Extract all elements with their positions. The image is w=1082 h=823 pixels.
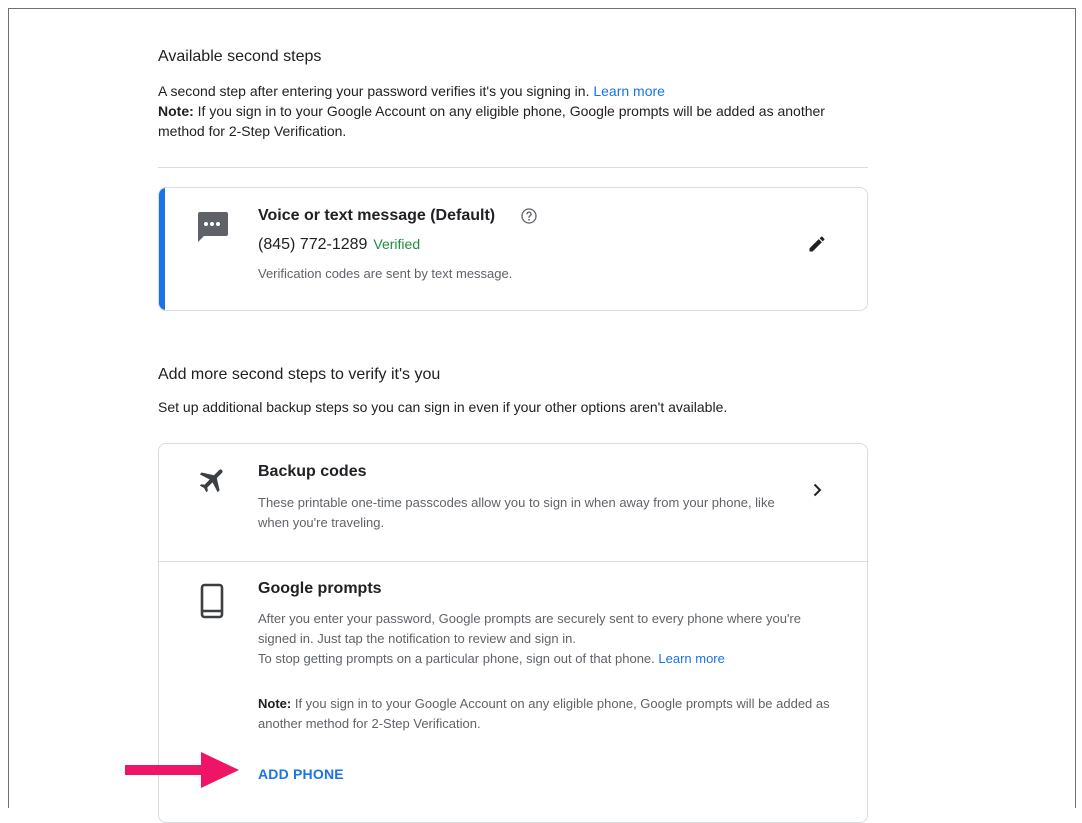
row-divider — [159, 561, 867, 562]
google-prompts-title: Google prompts — [258, 580, 382, 597]
note-text: If you sign in to your Google Account on… — [158, 103, 825, 139]
available-steps-description: A second step after entering your passwo… — [158, 81, 858, 141]
prompts-note-label: Note: — [258, 696, 292, 711]
section-divider — [158, 167, 868, 168]
sms-icon — [195, 210, 229, 247]
pencil-icon — [807, 234, 827, 259]
phone-number: (845) 772-1289 — [258, 236, 368, 253]
backup-codes-title: Backup codes — [258, 463, 367, 480]
voice-card-title: Voice or text message (Default) — [258, 207, 496, 224]
available-steps-heading: Available second steps — [158, 48, 322, 65]
help-icon[interactable] — [521, 208, 537, 224]
backup-codes-chevron[interactable] — [799, 474, 835, 510]
backup-codes-description: These printable one-time passcodes allow… — [258, 495, 775, 530]
add-more-description: Set up additional backup steps so you ca… — [158, 399, 728, 415]
prompts-note-text: If you sign in to your Google Account on… — [258, 696, 830, 731]
default-accent-bar — [159, 188, 165, 310]
edit-button[interactable] — [799, 228, 835, 264]
prompts-description-text: After you enter your password, Google pr… — [258, 611, 801, 646]
voice-card-subtitle: Verification codes are sent by text mess… — [258, 266, 513, 281]
description-text: A second step after entering your passwo… — [158, 83, 590, 99]
phone-number-line: (845) 772-1289 Verified — [258, 236, 420, 254]
verified-status: Verified — [373, 236, 421, 252]
annotation-arrow-icon — [125, 752, 241, 793]
add-phone-button[interactable]: ADD PHONE — [258, 766, 344, 782]
google-prompts-description: After you enter your password, Google pr… — [258, 609, 838, 669]
prompts-learn-more-link[interactable]: Learn more — [658, 651, 724, 666]
prompts-note: Note: If you sign in to your Google Acco… — [258, 694, 838, 734]
note-label: Note: — [158, 103, 194, 119]
airplane-icon — [197, 464, 229, 501]
backup-options-card: Backup codes These printable one-time pa… — [158, 443, 868, 823]
prompts-stop-text: To stop getting prompts on a particular … — [258, 651, 655, 666]
chevron-right-icon — [809, 482, 825, 503]
backup-codes-row[interactable]: Backup codes These printable one-time pa… — [159, 444, 867, 561]
phone-icon — [200, 583, 224, 624]
learn-more-link[interactable]: Learn more — [593, 83, 665, 99]
add-more-heading: Add more second steps to verify it's you — [158, 366, 441, 383]
voice-text-card[interactable]: Voice or text message (Default) (845) 77… — [158, 187, 868, 311]
